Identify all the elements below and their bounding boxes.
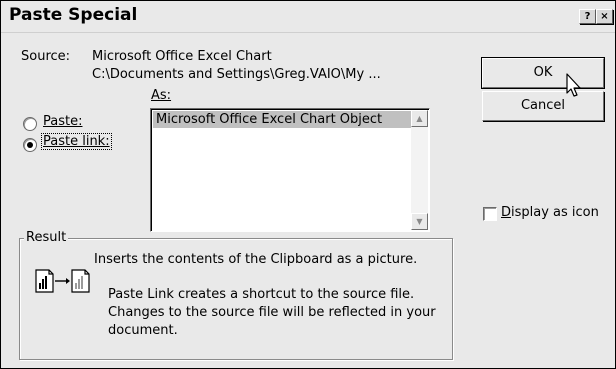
paste-link-chart-icon <box>35 269 90 293</box>
paste-link-radio[interactable] <box>23 138 37 152</box>
title-bar[interactable]: Paste Special ? × <box>1 1 615 33</box>
paste-radio[interactable] <box>23 117 37 131</box>
display-as-icon-label[interactable]: Display as icon <box>501 205 599 220</box>
listbox-scrollbar[interactable]: ▲ ▼ <box>411 110 428 230</box>
close-button[interactable]: × <box>596 9 613 24</box>
as-listbox[interactable]: Microsoft Office Excel Chart Object ▲ ▼ <box>150 108 430 232</box>
display-as-icon-checkbox[interactable] <box>483 207 497 221</box>
radio-selected-dot <box>27 142 33 148</box>
dialog-title: Paste Special <box>9 5 138 25</box>
as-label-text: As: <box>151 88 172 103</box>
source-label: Source: <box>21 49 71 64</box>
scroll-up-arrow-icon[interactable]: ▲ <box>411 110 428 127</box>
scroll-down-arrow-icon[interactable]: ▼ <box>411 213 428 230</box>
result-text-link-1: Paste Link creates a shortcut to the sou… <box>108 287 415 302</box>
source-line-2: C:\Documents and Settings\Greg.VAIO\My .… <box>92 67 381 82</box>
list-item[interactable]: Microsoft Office Excel Chart Object <box>153 111 412 128</box>
close-icon: × <box>600 11 609 22</box>
cancel-button[interactable]: Cancel <box>482 91 604 121</box>
paste-link-radio-label[interactable]: Paste link: <box>41 133 112 150</box>
result-text-link-3: document. <box>108 323 178 338</box>
result-text-link-2: Changes to the source file will be refle… <box>108 305 436 320</box>
result-group-title: Result <box>24 230 69 245</box>
ok-button[interactable]: OK <box>481 57 605 89</box>
help-button[interactable]: ? <box>579 9 596 24</box>
question-mark-icon: ? <box>584 11 591 22</box>
source-line-1: Microsoft Office Excel Chart <box>92 49 272 64</box>
paste-label-text: Paste: <box>43 114 83 129</box>
result-text-picture: Inserts the contents of the Clipboard as… <box>94 252 418 267</box>
paste-radio-label[interactable]: Paste: <box>43 114 82 129</box>
as-label: As: <box>151 88 171 103</box>
paste-link-label-text: Paste link: <box>43 134 110 149</box>
mouse-pointer-icon <box>566 73 581 97</box>
paste-special-dialog: Paste Special ? × Source: Microsoft Offi… <box>0 0 616 369</box>
result-groupbox: Result Inserts the contents of the Clipb… <box>19 230 453 360</box>
